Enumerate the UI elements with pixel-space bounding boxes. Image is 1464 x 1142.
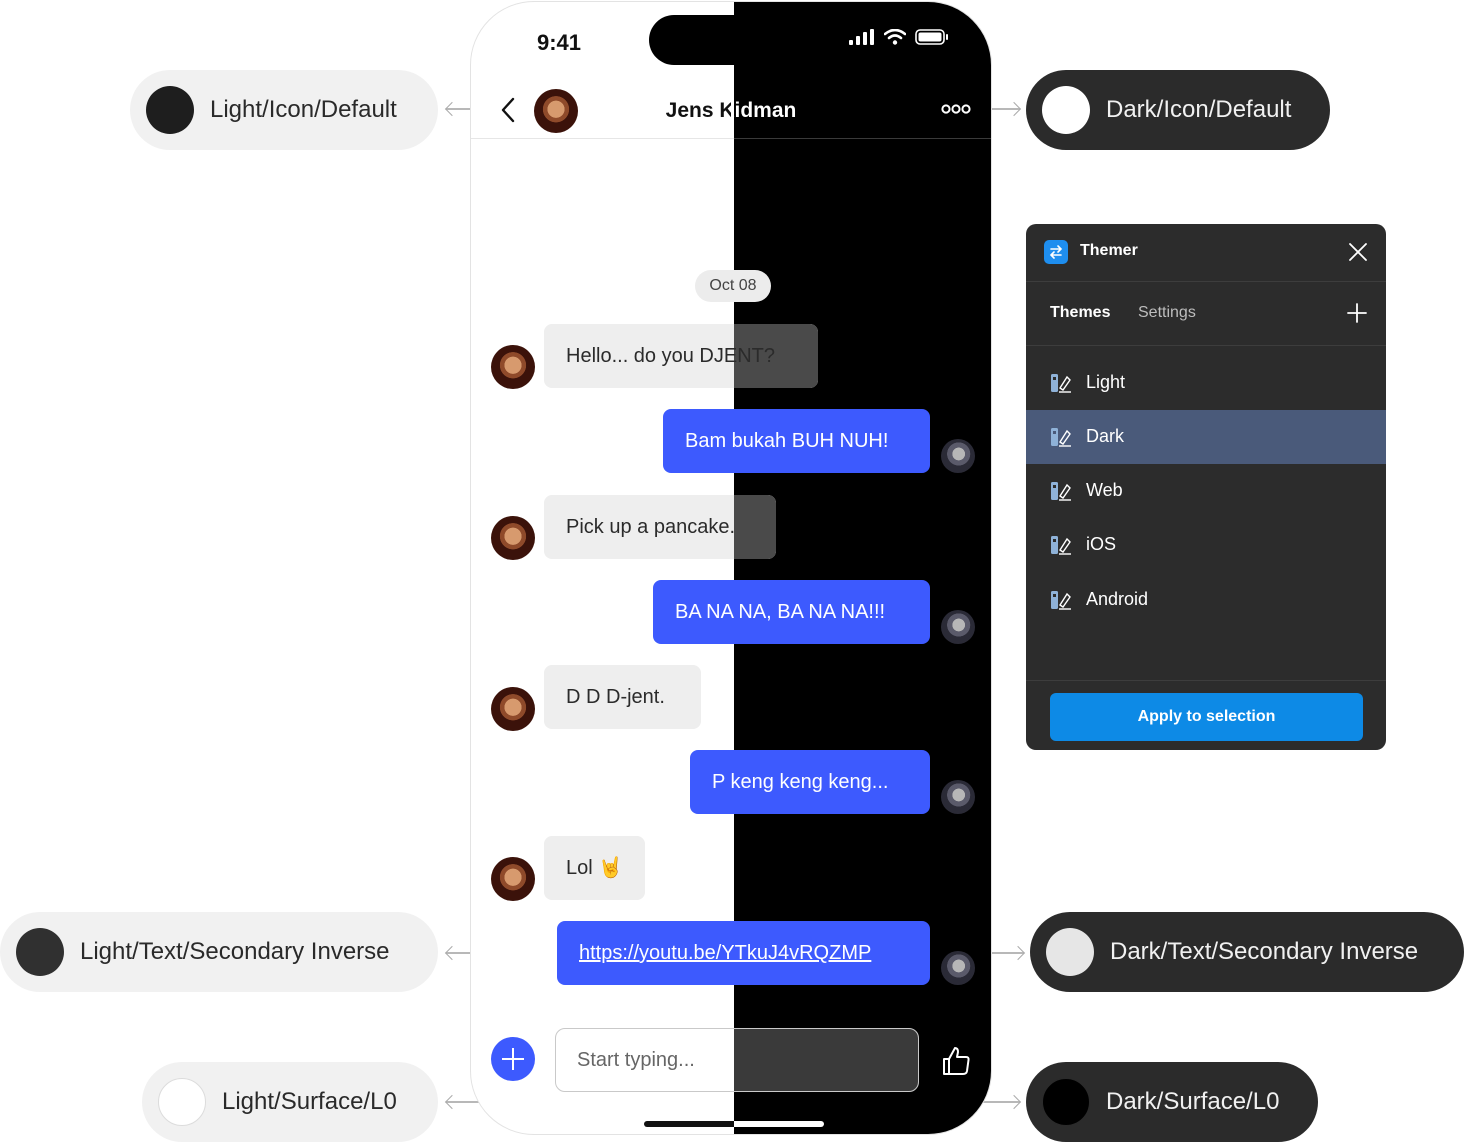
- token-dark-surface-l0: Dark/Surface/L0: [1026, 1062, 1318, 1142]
- color-swatch: [1042, 86, 1090, 134]
- color-swatch: [16, 928, 64, 976]
- nav-divider: [734, 138, 991, 139]
- token-label: Light/Surface/L0: [222, 1088, 397, 1115]
- theme-label: Light: [1086, 372, 1126, 392]
- token-light-icon-default: Light/Icon/Default: [130, 70, 438, 150]
- message-link[interactable]: https://youtu.be/YTkuJ4vRQZMP: [579, 942, 871, 964]
- message-text: D D D-jent.: [566, 686, 665, 708]
- close-icon[interactable]: [1347, 241, 1369, 263]
- token-dark-text-secondary-inverse: Dark/Text/Secondary Inverse: [1030, 912, 1464, 992]
- theme-item-ios[interactable]: iOS: [1026, 518, 1386, 572]
- message-text: Pick up a pancake.: [566, 516, 735, 538]
- sender-avatar: [491, 687, 535, 731]
- message-text: BA NA NA, BA NA NA!!!: [675, 601, 886, 623]
- home-indicator: [644, 1121, 824, 1127]
- theme-icon: [1051, 428, 1071, 447]
- signal-icon: [849, 29, 874, 45]
- input-placeholder: Start typing...: [577, 1049, 695, 1071]
- token-label: Dark/Text/Secondary Inverse: [1110, 938, 1419, 965]
- phone-mockup: 9:41 Jens Kidman Oct 08 Hello... do you …: [470, 1, 992, 1135]
- message-bubble-outgoing[interactable]: BA NA NA, BA NA NA!!!: [653, 580, 930, 644]
- theme-label: iOS: [1086, 534, 1117, 554]
- color-swatch: [146, 86, 194, 134]
- theme-label: Web: [1086, 480, 1123, 500]
- message-bubble-incoming[interactable]: Lol 🤘: [544, 836, 645, 900]
- theme-icon: [1051, 591, 1071, 610]
- sender-avatar: [491, 345, 535, 389]
- sender-avatar: [491, 516, 535, 560]
- date-separator: Oct 08: [695, 270, 771, 302]
- color-swatch: [158, 1078, 206, 1126]
- token-light-surface-l0: Light/Surface/L0: [142, 1062, 438, 1142]
- panel-tabs: Themes Settings: [1026, 282, 1386, 346]
- token-label: Dark/Icon/Default: [1106, 96, 1292, 123]
- message-bubble-outgoing-link[interactable]: https://youtu.be/YTkuJ4vRQZMP: [557, 921, 930, 985]
- color-swatch: [1042, 1078, 1090, 1126]
- my-avatar: [941, 439, 975, 473]
- contact-name: Jens Kidman: [471, 99, 991, 123]
- wifi-icon: [884, 29, 906, 45]
- contact-name-text: Jens Kidman: [665, 99, 797, 122]
- token-label: Light/Icon/Default: [210, 96, 397, 123]
- token-label: Dark/Surface/L0: [1106, 1088, 1280, 1115]
- theme-item-android[interactable]: Android: [1026, 573, 1386, 627]
- dark-overlay: [734, 495, 776, 559]
- dark-overlay: [734, 1029, 918, 1091]
- theme-label: Dark: [1086, 426, 1125, 446]
- more-options-icon[interactable]: [941, 103, 971, 115]
- tab-settings[interactable]: Settings: [1138, 304, 1196, 322]
- panel-footer-divider: [1026, 680, 1386, 681]
- token-light-text-secondary-inverse: Light/Text/Secondary Inverse: [0, 912, 438, 992]
- theme-icon: [1051, 482, 1071, 501]
- nav-divider: [471, 138, 734, 139]
- themer-logo-icon: [1044, 240, 1068, 264]
- my-avatar: [941, 951, 975, 985]
- thumbs-up-icon[interactable]: [940, 1045, 972, 1077]
- message-text: Lol 🤘: [566, 857, 624, 879]
- my-avatar: [941, 780, 975, 814]
- message-text: P keng keng keng...: [712, 771, 889, 793]
- theme-label: Android: [1086, 589, 1149, 609]
- token-dark-icon-default: Dark/Icon/Default: [1026, 70, 1330, 150]
- message-bubble-incoming[interactable]: D D D-jent.: [544, 665, 701, 729]
- apply-to-selection-button[interactable]: Apply to selection: [1050, 693, 1363, 741]
- tab-themes[interactable]: Themes: [1050, 304, 1110, 322]
- status-icons: [849, 29, 949, 45]
- message-bubble-outgoing[interactable]: P keng keng keng...: [690, 750, 930, 814]
- message-text: Hello... do you DJENT?: [566, 345, 775, 367]
- theme-icon: [1051, 536, 1071, 555]
- theme-item-light[interactable]: Light: [1026, 356, 1386, 410]
- message-text: Bam bukah BUH NUH!: [685, 430, 889, 452]
- panel-header: Themer: [1026, 224, 1386, 282]
- add-theme-icon[interactable]: [1346, 302, 1368, 324]
- battery-icon: [915, 29, 948, 45]
- panel-title: Themer: [1080, 242, 1138, 259]
- theme-item-web[interactable]: Web: [1026, 464, 1386, 518]
- token-label: Light/Text/Secondary Inverse: [80, 938, 390, 965]
- theme-item-dark[interactable]: Dark: [1026, 410, 1386, 464]
- dynamic-island: [649, 15, 811, 65]
- themer-panel: Themer Themes Settings Light Dark Web iO…: [1026, 224, 1386, 750]
- my-avatar: [941, 610, 975, 644]
- sender-avatar: [491, 857, 535, 901]
- message-bubble-outgoing[interactable]: Bam bukah BUH NUH!: [663, 409, 930, 473]
- message-input[interactable]: Start typing...: [555, 1028, 919, 1092]
- color-swatch: [1046, 928, 1094, 976]
- status-time: 9:41: [537, 30, 582, 55]
- message-bubble-incoming[interactable]: Pick up a pancake.: [544, 495, 776, 559]
- add-attachment-button[interactable]: [491, 1037, 535, 1081]
- message-bubble-incoming[interactable]: Hello... do you DJENT?: [544, 324, 818, 388]
- theme-icon: [1051, 374, 1071, 393]
